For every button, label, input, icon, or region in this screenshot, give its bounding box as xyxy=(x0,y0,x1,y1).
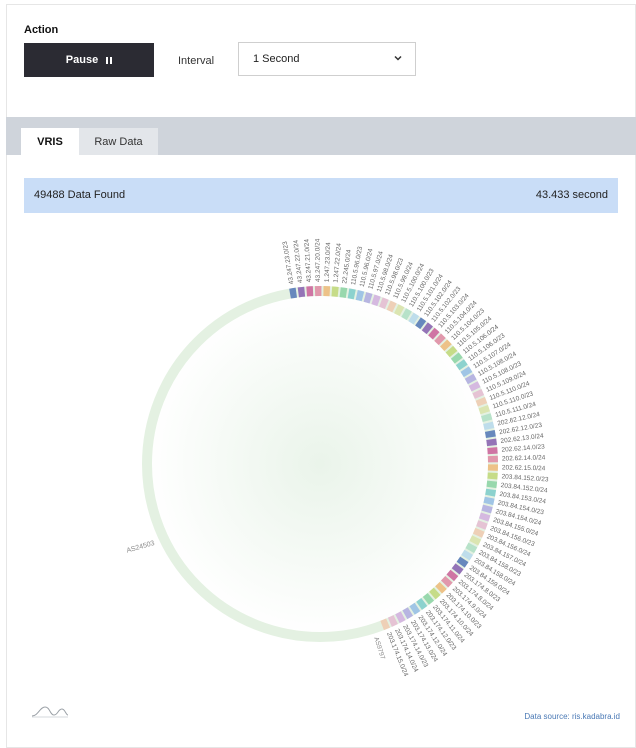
prefix-segment[interactable] xyxy=(331,286,339,297)
wave-logo-icon xyxy=(31,706,69,718)
prefix-segment[interactable] xyxy=(297,286,306,298)
data-source-link[interactable]: Data source: ris.kadabra.id xyxy=(524,712,620,721)
data-found-count: 49488 Data Found xyxy=(34,189,126,201)
prefix-label: 202.62.14.0/24 xyxy=(502,454,546,462)
result-banner: 49488 Data Found 43.433 second xyxy=(24,178,618,213)
origin-as-label: AS24503 xyxy=(126,540,156,555)
pause-button-label: Pause xyxy=(65,54,99,66)
prefix-segment[interactable] xyxy=(487,472,498,480)
elapsed-time: 43.433 second xyxy=(535,189,608,201)
prefix-label: 43.247.21.0/24 xyxy=(303,238,313,282)
tab-raw-data[interactable]: Raw Data xyxy=(79,128,158,155)
action-title: Action xyxy=(24,24,59,36)
chevron-down-icon xyxy=(394,55,402,61)
pause-button[interactable]: Pause xyxy=(24,43,154,77)
prefix-segment[interactable] xyxy=(487,447,498,455)
prefix-segment[interactable] xyxy=(306,286,314,297)
prefix-segment[interactable] xyxy=(314,286,322,297)
prefix-segment[interactable] xyxy=(323,286,331,297)
vris-visualization: 43.247.23.0/2343.247.22.0/24 43.247.21.0/… xyxy=(126,238,549,678)
peer-as-label: AS9797 xyxy=(372,636,386,661)
prefix-label: 202.62.15.0/24 xyxy=(502,464,546,472)
prefix-segment[interactable] xyxy=(487,455,498,463)
prefix-label: 1.247.23.0/24 xyxy=(324,242,333,282)
prefix-segment[interactable] xyxy=(487,464,498,471)
tab-vris[interactable]: VRIS xyxy=(21,128,79,155)
interval-label: Interval xyxy=(178,55,215,67)
interval-select[interactable]: 1 Second xyxy=(238,42,416,76)
pause-icon xyxy=(106,56,113,64)
interval-select-value: 1 Second xyxy=(253,53,300,65)
prefix-label: 43.247.20.0/24 xyxy=(314,238,321,282)
prefix-label: 202.62.14.0/23 xyxy=(501,443,545,453)
